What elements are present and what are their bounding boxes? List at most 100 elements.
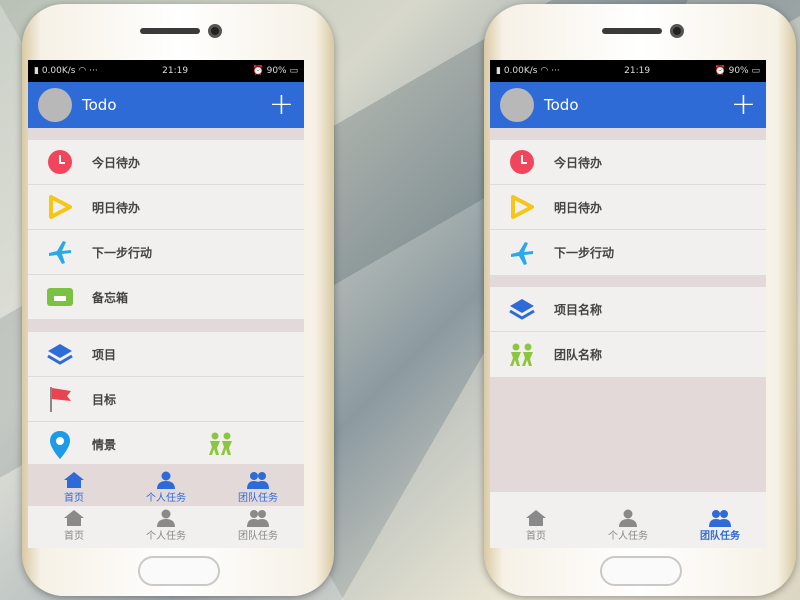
network-speed: 0.00K/s [503,66,538,76]
phone-frame-left: ▮ 0.00K/s ◠ ··· 21:19 ⏰ 90% ▭ Todo + 今日待… [22,4,334,596]
add-button[interactable]: + [269,90,294,120]
battery-icon: ▭ [751,66,760,76]
menu-item-label: 今日待办 [92,155,141,170]
layers-icon [490,298,554,320]
team-icon [709,510,731,527]
menu-item-next-action[interactable]: 下一步行动 [490,230,766,275]
add-button[interactable]: + [731,90,756,120]
tab-label: 团队任务 [238,493,278,504]
menu-item-team-name[interactable]: 团队名称 [490,332,766,377]
play-icon [28,194,92,220]
location-pin-icon [28,430,92,460]
menu-item-label: 备忘箱 [92,290,129,305]
play-icon [490,194,554,220]
status-bar: ▮ 0.00K/s ◠ ··· 21:19 ⏰ 90% ▭ [28,60,304,82]
menu-item-tomorrow[interactable]: 明日待办 [490,185,766,230]
signal-icon: ▮ [496,66,501,76]
app-bar: Todo + [28,82,304,128]
section-divider [490,275,766,287]
clock-time: 21:19 [624,66,651,76]
team-icon [247,472,269,489]
tab-label: 首页 [64,493,84,504]
menu-item-today[interactable]: 今日待办 [28,140,304,185]
clock-icon [490,149,554,175]
menu-item-label: 目标 [92,392,117,407]
menu-item-label: 下一步行动 [92,245,153,260]
team-icon [490,343,554,367]
network-speed: 0.00K/s [41,66,76,76]
menu-item-label: 明日待办 [554,200,603,215]
menu-item-tomorrow[interactable]: 明日待办 [28,185,304,230]
menu-item-context[interactable]: 情景 [28,422,304,467]
menu-item-label: 今日待办 [554,155,603,170]
hardware-home-button[interactable] [600,556,682,586]
empty-area [490,377,766,493]
tab-label: 团队任务 [700,531,740,542]
clock-time: 21:19 [162,66,189,76]
app-title: Todo [544,96,579,114]
menu-item-label: 项目名称 [554,302,603,317]
wifi-icon: ◠ [540,66,549,76]
camera [670,24,684,38]
menu-item-goal[interactable]: 目标 [28,377,304,422]
menu-item-label: 明日待办 [92,200,141,215]
menu-item-inbox[interactable]: 备忘箱 [28,275,304,320]
alarm-icon: ⏰ [252,66,264,76]
menu-item-label: 团队名称 [554,348,603,362]
tab-label: 首页 [64,531,84,542]
tab-label: 首页 [526,531,546,542]
menu-item-next-action[interactable]: 下一步行动 [28,230,304,275]
battery-icon: ▭ [289,66,298,76]
avatar[interactable] [500,88,534,122]
alarm-icon: ⏰ [714,66,726,76]
plane-icon [490,240,554,266]
phone-frame-right: ▮ 0.00K/s ◠ ··· 21:19 ⏰ 90% ▭ Todo + 今日待… [484,4,796,596]
tab-team-active[interactable]: 团队任务 [212,464,304,506]
bottom-tab-bar: 首页 个人任务 团队任务 [490,492,766,548]
menu-item-project[interactable]: 项目 [28,332,304,377]
tab-personal-active[interactable]: 个人任务 [120,464,212,506]
menu-item-project-name[interactable]: 项目名称 [490,287,766,332]
avatar[interactable] [38,88,72,122]
home-icon [64,472,84,488]
section-divider [490,128,766,140]
status-bar: ▮ 0.00K/s ◠ ··· 21:19 ⏰ 90% ▭ [490,60,766,82]
tab-home-active[interactable]: 首页 [28,464,120,506]
app-title: Todo [82,96,117,114]
plane-icon [28,239,92,265]
battery-level: 90% [266,66,287,76]
tab-label: 个人任务 [146,531,186,542]
wifi-icon: ◠ [78,66,87,76]
home-icon [526,510,546,526]
layers-icon [28,343,92,365]
signal-icon: ▮ [34,66,39,76]
menu-item-label: 项目 [92,347,117,362]
inbox-icon [28,287,92,307]
bottom-tab-bar: 首页 个人任务 团队任务 首页 个人任务 团队任务 [28,464,304,548]
flag-icon [28,385,92,413]
team-icon [208,432,234,460]
person-icon [619,509,637,527]
tab-label: 团队任务 [238,531,278,542]
team-icon [247,510,269,527]
tab-label: 个人任务 [608,531,648,542]
home-icon [64,510,84,526]
app-bar: Todo + [490,82,766,128]
speaker [140,28,200,34]
bottom-tab-bar-active: 首页 个人任务 团队任务 [28,464,304,506]
tab-label: 个人任务 [146,493,186,504]
section-divider [28,128,304,140]
tab-personal[interactable]: 个人任务 [582,492,674,548]
battery-level: 90% [728,66,749,76]
speaker [602,28,662,34]
screen-left: ▮ 0.00K/s ◠ ··· 21:19 ⏰ 90% ▭ Todo + 今日待… [28,60,304,548]
clock-icon [28,149,92,175]
menu-item-label: 下一步行动 [554,246,615,260]
person-icon [157,471,175,489]
tab-home[interactable]: 首页 [490,492,582,548]
hardware-home-button[interactable] [138,556,220,586]
person-icon [157,509,175,527]
menu-item-today[interactable]: 今日待办 [490,140,766,185]
menu-item-label: 情景 [92,438,117,452]
tab-team[interactable]: 团队任务 [674,492,766,548]
